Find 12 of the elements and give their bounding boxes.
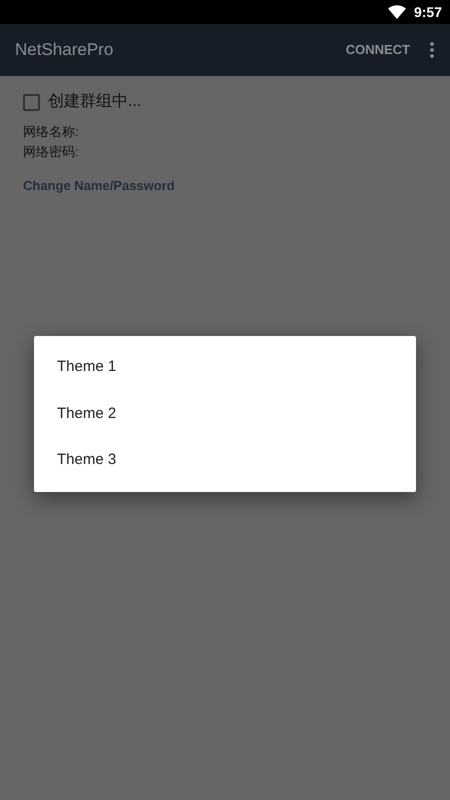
menu-item[interactable]: Theme 3 [34,437,416,484]
menu-item[interactable]: Theme 2 [34,390,416,437]
more-menu-icon[interactable] [430,42,434,58]
checkbox-label: 创建群组中... [48,92,142,112]
menu-item[interactable]: Theme 1 [34,344,416,390]
app-title: NetSharePro [15,39,114,62]
clock: 9:57 [414,2,442,22]
field-label: 网络密码: [23,143,80,161]
wifi-icon [388,5,406,19]
checkbox[interactable] [23,94,40,110]
connect-button[interactable]: CONNECT [346,40,410,60]
field-label: 网络名称: [23,123,80,141]
